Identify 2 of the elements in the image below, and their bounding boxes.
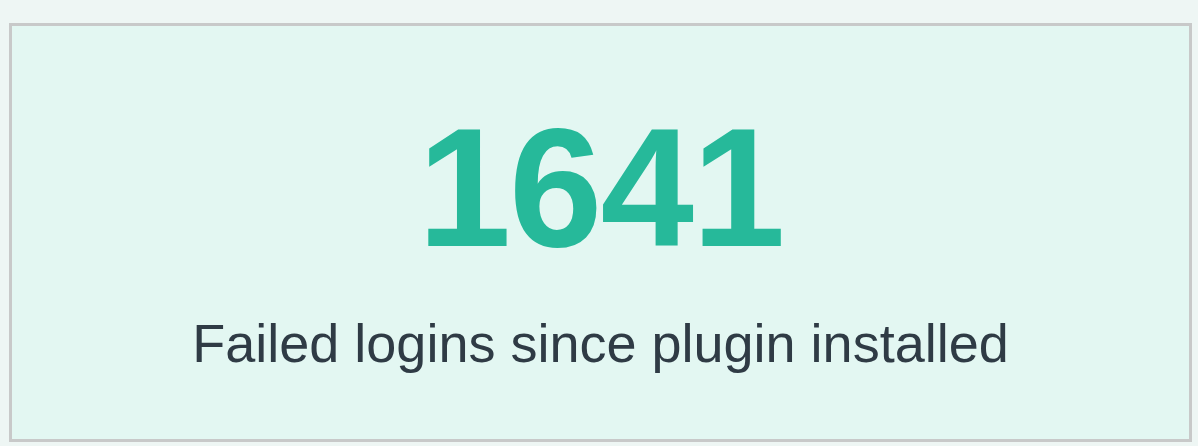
stat-label: Failed logins since plugin installed [192,314,1009,374]
stat-value: 1641 [417,104,784,272]
